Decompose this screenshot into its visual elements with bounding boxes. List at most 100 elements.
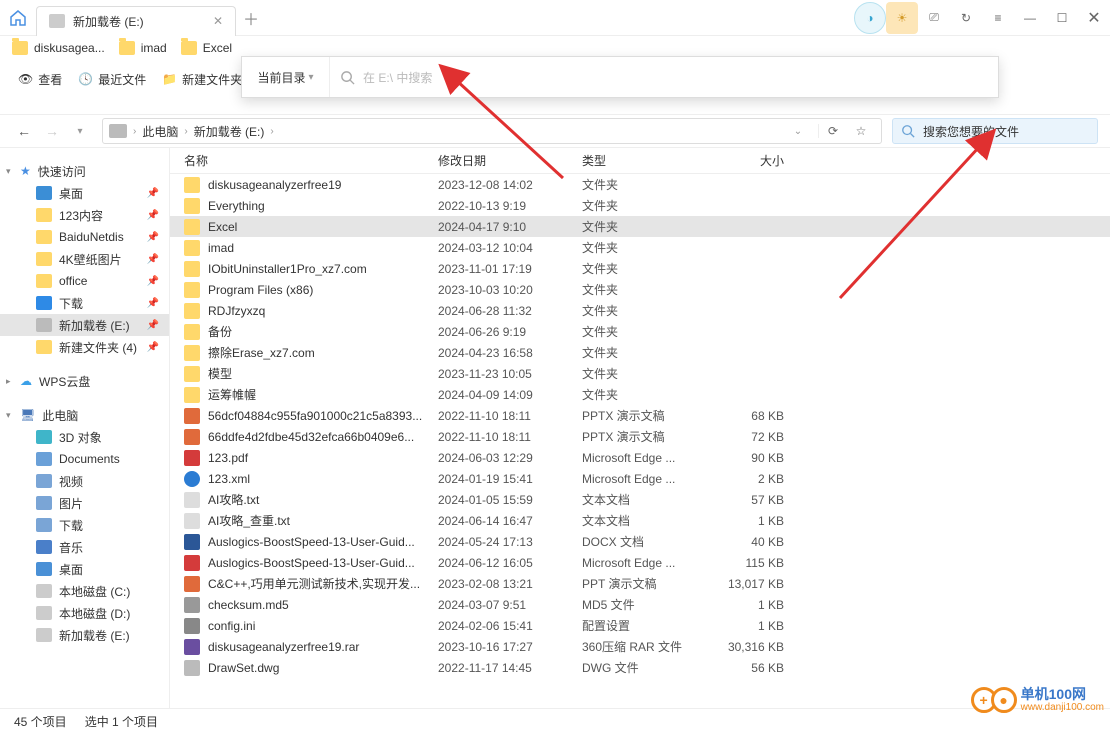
pin-icon: 📌 (147, 298, 159, 309)
column-type[interactable]: 类型 (582, 152, 702, 169)
file-row[interactable]: Auslogics-BoostSpeed-13-User-Guid...2024… (170, 552, 1110, 573)
home-icon[interactable] (0, 9, 36, 27)
file-row[interactable]: IObitUninstaller1Pro_xz7.com2023-11-01 1… (170, 258, 1110, 279)
file-date: 2024-04-23 16:58 (438, 346, 582, 360)
address-dropdown[interactable]: ⌄ (784, 126, 812, 137)
sidebar-item[interactable]: 本地磁盘 (C:) (0, 580, 169, 602)
file-row[interactable]: 备份2024-06-26 9:19文件夹 (170, 321, 1110, 342)
sidebar-this-pc[interactable]: ▾ 🖥 此电脑 (0, 404, 169, 426)
file-row[interactable]: C&C++,巧用单元测试新技术,实现开发...2023-02-08 13:21P… (170, 573, 1110, 594)
back-button[interactable]: ← (12, 123, 36, 139)
sidebar-item[interactable]: 新建文件夹 (4)📌 (0, 336, 169, 358)
file-name: AI攻略.txt (208, 491, 259, 508)
global-search-input[interactable]: 搜索您想要的文件 (892, 118, 1098, 144)
close-icon[interactable]: ✕ (213, 14, 223, 28)
file-date: 2024-06-14 16:47 (438, 514, 582, 528)
file-row[interactable]: imad2024-03-12 10:04文件夹 (170, 237, 1110, 258)
reload-icon[interactable]: ↻ (950, 2, 982, 34)
column-date[interactable]: 修改日期 (438, 152, 582, 169)
search-scope-selector[interactable]: 当前目录 ▾ (242, 57, 330, 97)
sidebar-item-label: BaiduNetdis (59, 230, 124, 244)
active-tab[interactable]: 新加载卷 (E:) ✕ (36, 6, 236, 36)
sidebar-item[interactable]: office📌 (0, 270, 169, 292)
sidebar-item[interactable]: 4K壁纸图片📌 (0, 248, 169, 270)
sidebar-item-label: 本地磁盘 (D:) (59, 605, 130, 622)
sidebar-item[interactable]: Documents (0, 448, 169, 470)
file-name: 运筹帷幄 (208, 386, 256, 403)
forward-button[interactable]: → (40, 123, 64, 139)
maximize-button[interactable]: ☐ (1046, 2, 1078, 34)
sidebar-item-label: office (59, 274, 87, 288)
item-icon (36, 584, 52, 598)
sidebar-item[interactable]: 图片 (0, 492, 169, 514)
file-date: 2024-04-17 9:10 (438, 220, 582, 234)
file-size: 13,017 KB (702, 577, 794, 591)
file-row[interactable]: Everything2022-10-13 9:19文件夹 (170, 195, 1110, 216)
file-row[interactable]: checksum.md52024-03-07 9:51MD5 文件1 KB (170, 594, 1110, 615)
column-size[interactable]: 大小 (702, 152, 794, 169)
file-row[interactable]: Program Files (x86)2023-10-03 10:20文件夹 (170, 279, 1110, 300)
fav-item[interactable]: Excel (181, 41, 232, 55)
fav-item[interactable]: diskusagea... (12, 41, 105, 55)
menu-icon[interactable]: ≡ (982, 2, 1014, 34)
minimize-button[interactable]: — (1014, 2, 1046, 34)
file-date: 2022-11-17 14:45 (438, 661, 582, 675)
new-tab-button[interactable]: ＋ (236, 6, 266, 30)
sidebar-item[interactable]: 桌面 (0, 558, 169, 580)
file-size: 1 KB (702, 514, 794, 528)
file-row[interactable]: 模型2023-11-23 10:05文件夹 (170, 363, 1110, 384)
star-icon: ★ (20, 164, 31, 178)
sidebar-item[interactable]: 3D 对象 (0, 426, 169, 448)
recent-button[interactable]: 🕓最近文件 (78, 71, 146, 88)
sidebar-item[interactable]: 视频 (0, 470, 169, 492)
path-segment[interactable]: 新加载卷 (E:) (194, 123, 265, 140)
sidebar-item[interactable]: 本地磁盘 (D:) (0, 602, 169, 624)
history-dropdown[interactable]: ▾ (68, 126, 92, 137)
search-input-area[interactable]: 在 E:\ 中搜索 (330, 69, 998, 86)
item-icon (36, 606, 52, 620)
file-row[interactable]: 擦除Erase_xz7.com2024-04-23 16:58文件夹 (170, 342, 1110, 363)
extension-icon[interactable]: ⎚ (918, 2, 950, 34)
file-row[interactable]: Auslogics-BoostSpeed-13-User-Guid...2024… (170, 531, 1110, 552)
column-name[interactable]: 名称 (184, 152, 438, 169)
sidebar-item[interactable]: 桌面📌 (0, 182, 169, 204)
sidebar-item[interactable]: 下载📌 (0, 292, 169, 314)
sidebar-item[interactable]: 音乐 (0, 536, 169, 558)
close-button[interactable]: ✕ (1078, 2, 1110, 34)
sidebar-item[interactable]: 下载 (0, 514, 169, 536)
file-row[interactable]: DrawSet.dwg2022-11-17 14:45DWG 文件56 KB (170, 657, 1110, 678)
file-row[interactable]: Excel2024-04-17 9:10文件夹 (170, 216, 1110, 237)
file-type: DWG 文件 (582, 659, 702, 676)
file-name: Auslogics-BoostSpeed-13-User-Guid... (208, 535, 415, 549)
address-bar[interactable]: › 此电脑 › 新加载卷 (E:) › ⌄ ⟳ ☆ (102, 118, 882, 144)
new-folder-button[interactable]: 📁新建文件夹 (162, 71, 242, 88)
sidebar-item[interactable]: BaiduNetdis📌 (0, 226, 169, 248)
fav-item[interactable]: imad (119, 41, 167, 55)
file-row[interactable]: diskusageanalyzerfree19.rar2023-10-16 17… (170, 636, 1110, 657)
sidebar-quick-access[interactable]: ▾ ★ 快速访问 (0, 160, 169, 182)
sidebar-wps[interactable]: ▸ ☁ WPS云盘 (0, 370, 169, 392)
file-date: 2023-11-23 10:05 (438, 367, 582, 381)
sidebar-item[interactable]: 123内容📌 (0, 204, 169, 226)
assistant-icon[interactable]: ◑ (854, 2, 886, 34)
file-row[interactable]: 123.xml2024-01-19 15:41Microsoft Edge ..… (170, 468, 1110, 489)
sidebar-item[interactable]: 新加载卷 (E:) (0, 624, 169, 646)
file-row[interactable]: config.ini2024-02-06 15:41配置设置1 KB (170, 615, 1110, 636)
file-row[interactable]: 56dcf04884c955fa901000c21c5a8393...2022-… (170, 405, 1110, 426)
file-row[interactable]: 123.pdf2024-06-03 12:29Microsoft Edge ..… (170, 447, 1110, 468)
theme-icon[interactable]: ☀ (886, 2, 918, 34)
path-segment[interactable]: 此电脑 (142, 123, 178, 140)
file-row[interactable]: RDJfzyxzq2024-06-28 11:32文件夹 (170, 300, 1110, 321)
file-row[interactable]: 运筹帷幄2024-04-09 14:09文件夹 (170, 384, 1110, 405)
file-row[interactable]: AI攻略.txt2024-01-05 15:59文本文档57 KB (170, 489, 1110, 510)
new-folder-icon: 📁 (162, 72, 177, 86)
view-button[interactable]: 👁查看 (18, 71, 62, 88)
file-row[interactable]: AI攻略_查重.txt2024-06-14 16:47文本文档1 KB (170, 510, 1110, 531)
favorite-button[interactable]: ☆ (847, 124, 875, 138)
item-icon (36, 230, 52, 244)
file-row[interactable]: diskusageanalyzerfree192023-12-08 14:02文… (170, 174, 1110, 195)
refresh-button[interactable]: ⟳ (819, 124, 847, 138)
file-row[interactable]: 66ddfe4d2fdbe45d32efca66b0409e6...2022-1… (170, 426, 1110, 447)
file-type: 文件夹 (582, 260, 702, 277)
sidebar-item[interactable]: 新加载卷 (E:)📌 (0, 314, 169, 336)
